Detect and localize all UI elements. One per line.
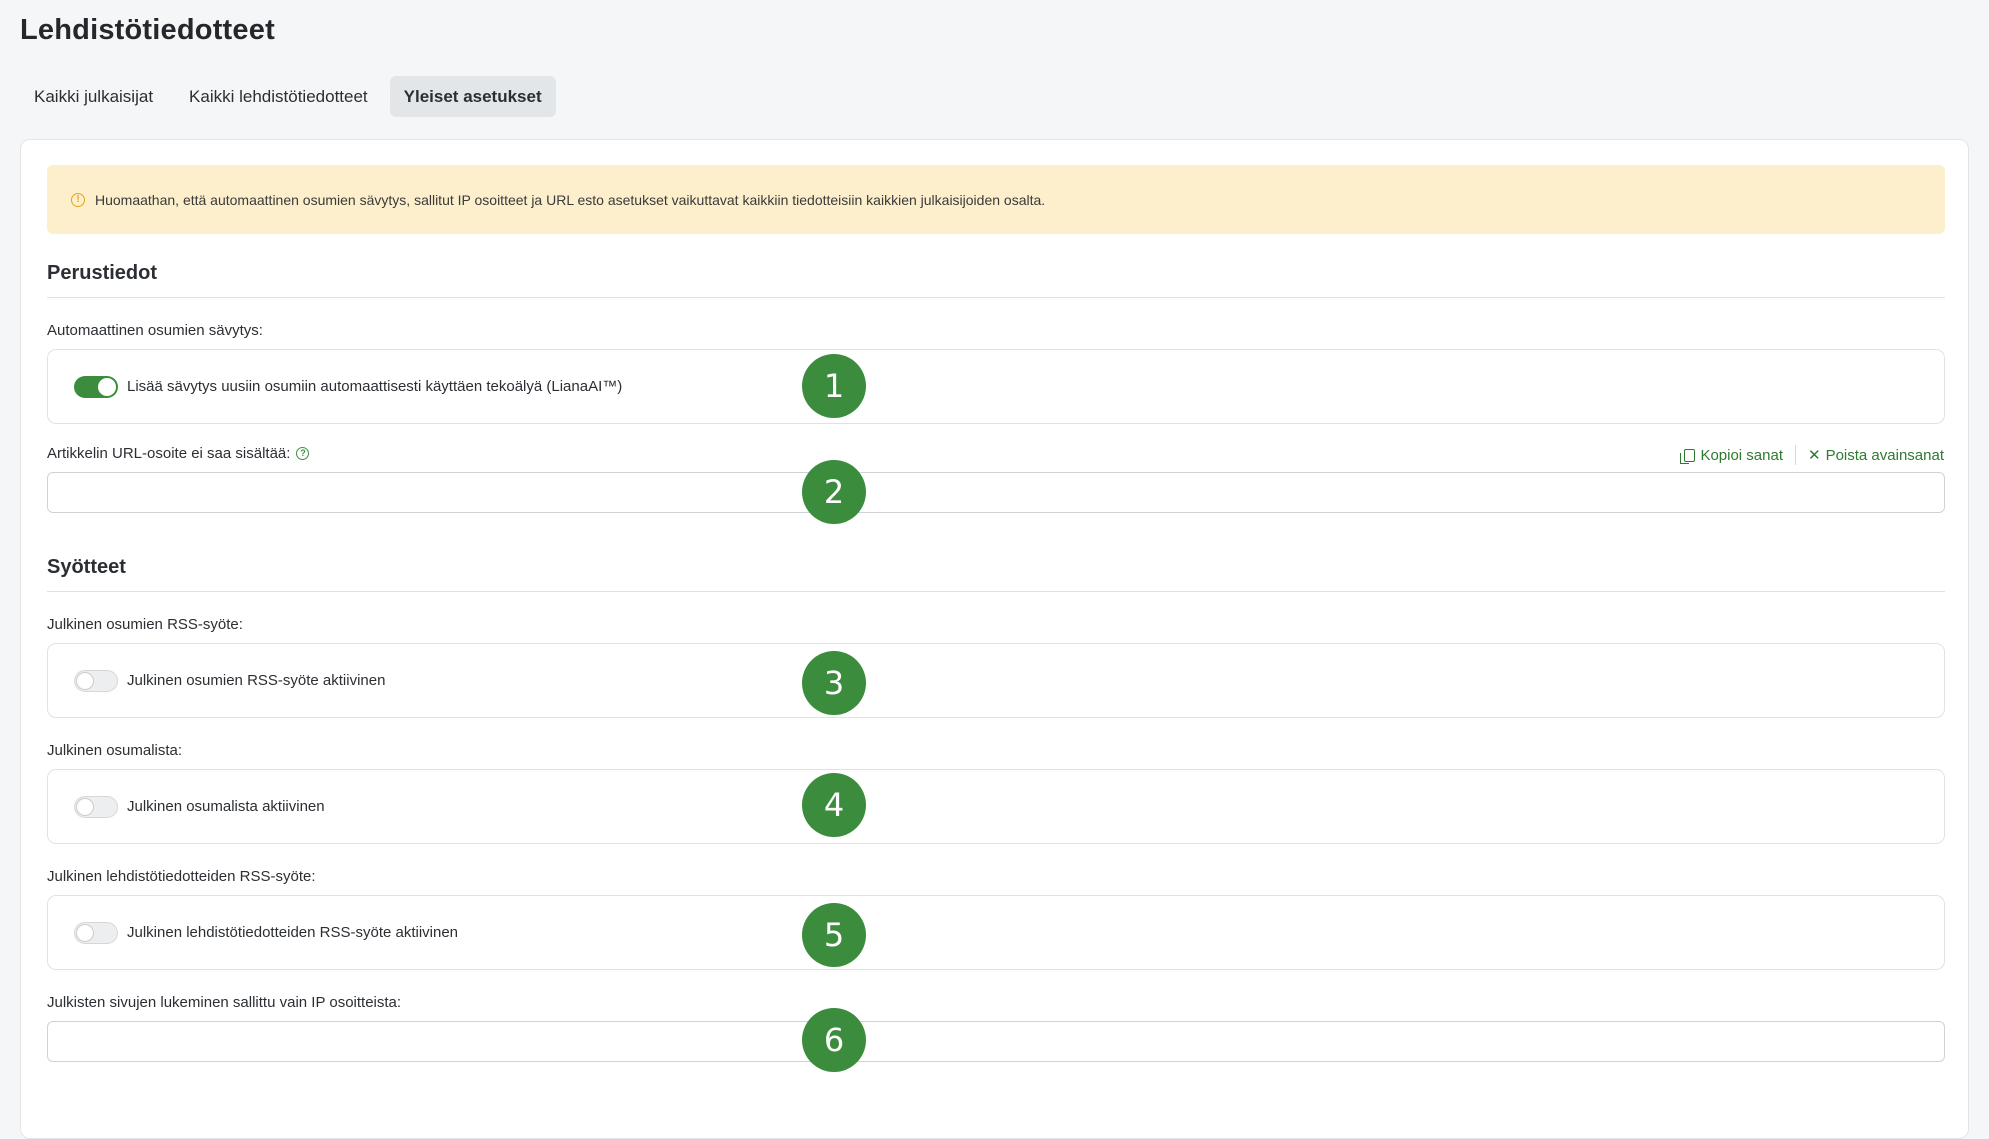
auto-tone-toggle-row: Lisää sävytys uusiin osumiin automaattis… bbox=[47, 349, 1945, 424]
rss-hits-toggle-row: Julkinen osumien RSS-syöte aktiivinen bbox=[47, 643, 1945, 718]
auto-tone-toggle-label: Lisää sävytys uusiin osumiin automaattis… bbox=[127, 378, 623, 395]
url-block-input[interactable] bbox=[47, 472, 1945, 513]
rss-releases-toggle-label: Julkinen lehdistötiedotteiden RSS-syöte … bbox=[127, 924, 459, 941]
tab-all-press-releases[interactable]: Kaikki lehdistötiedotteet bbox=[175, 76, 382, 117]
copy-words-button[interactable]: Kopioi sanat bbox=[1680, 446, 1783, 464]
ip-allow-label: Julkisten sivujen lukeminen sallittu vai… bbox=[47, 994, 401, 1011]
section-divider bbox=[47, 591, 1945, 592]
hit-list-toggle-label: Julkinen osumalista aktiivinen bbox=[127, 798, 325, 815]
rss-hits-toggle-label: Julkinen osumien RSS-syöte aktiivinen bbox=[127, 672, 386, 689]
tab-all-publishers[interactable]: Kaikki julkaisijat bbox=[20, 76, 167, 117]
switch-knob bbox=[98, 377, 116, 396]
switch-knob bbox=[76, 797, 94, 816]
rss-releases-toggle-row: Julkinen lehdistötiedotteiden RSS-syöte … bbox=[47, 895, 1945, 970]
rss-releases-label-text: Julkinen lehdistötiedotteiden RSS-syöte: bbox=[47, 868, 316, 885]
auto-tone-label: Automaattinen osumien sävytys: bbox=[47, 322, 263, 339]
rss-hits-switch[interactable] bbox=[74, 669, 118, 692]
rss-releases-label: Julkinen lehdistötiedotteiden RSS-syöte: bbox=[47, 868, 316, 885]
switch-knob bbox=[76, 671, 94, 690]
rss-hits-label-text: Julkinen osumien RSS-syöte: bbox=[47, 616, 243, 633]
switch-knob bbox=[76, 923, 94, 942]
step-badge-6: 6 bbox=[802, 1008, 866, 1072]
section-divider bbox=[47, 297, 1945, 298]
notice-banner: ! Huomaathan, että automaattinen osumien… bbox=[47, 165, 1945, 234]
action-separator bbox=[1795, 445, 1796, 465]
section-title-feeds: Syötteet bbox=[47, 556, 126, 578]
settings-card: ! Huomaathan, että automaattinen osumien… bbox=[20, 139, 1969, 1139]
hit-list-toggle-row: Julkinen osumalista aktiivinen bbox=[47, 769, 1945, 844]
section-title-basic: Perustiedot bbox=[47, 262, 158, 284]
rss-releases-switch[interactable] bbox=[74, 921, 118, 944]
step-badge-1: 1 bbox=[802, 354, 866, 418]
copy-words-label: Kopioi sanat bbox=[1700, 446, 1783, 464]
step-badge-2: 2 bbox=[802, 460, 866, 524]
step-badge-4: 4 bbox=[802, 773, 866, 837]
ip-allow-input[interactable] bbox=[47, 1021, 1945, 1062]
hit-list-label: Julkinen osumalista: bbox=[47, 742, 182, 759]
url-block-actions: Kopioi sanat ✕ Poista avainsanat bbox=[1680, 445, 1944, 465]
warning-icon: ! bbox=[71, 192, 85, 207]
remove-keywords-button[interactable]: ✕ Poista avainsanat bbox=[1808, 447, 1944, 464]
step-badge-3: 3 bbox=[802, 651, 866, 715]
rss-hits-label: Julkinen osumien RSS-syöte: bbox=[47, 616, 243, 633]
copy-icon bbox=[1680, 448, 1696, 464]
tab-bar: Kaikki julkaisijat Kaikki lehdistötiedot… bbox=[20, 76, 556, 117]
remove-keywords-label: Poista avainsanat bbox=[1825, 446, 1944, 464]
notice-text: Huomaathan, että automaattinen osumien s… bbox=[95, 191, 1046, 208]
hit-list-switch[interactable] bbox=[74, 795, 118, 818]
auto-tone-label-text: Automaattinen osumien sävytys: bbox=[47, 322, 263, 339]
step-badge-5: 5 bbox=[802, 903, 866, 967]
hit-list-label-text: Julkinen osumalista: bbox=[47, 742, 183, 759]
url-block-label-text: Artikkelin URL-osoite ei saa sisältää: bbox=[47, 445, 291, 462]
close-icon: ✕ bbox=[1808, 446, 1821, 464]
tab-general-settings[interactable]: Yleiset asetukset bbox=[389, 76, 556, 117]
help-icon[interactable]: ? bbox=[296, 447, 310, 460]
page-title: Lehdistötiedotteet bbox=[20, 14, 275, 46]
auto-tone-switch[interactable] bbox=[74, 375, 118, 398]
ip-allow-label-text: Julkisten sivujen lukeminen sallittu vai… bbox=[47, 994, 402, 1011]
url-block-label: Artikkelin URL-osoite ei saa sisältää: ? bbox=[47, 445, 310, 462]
